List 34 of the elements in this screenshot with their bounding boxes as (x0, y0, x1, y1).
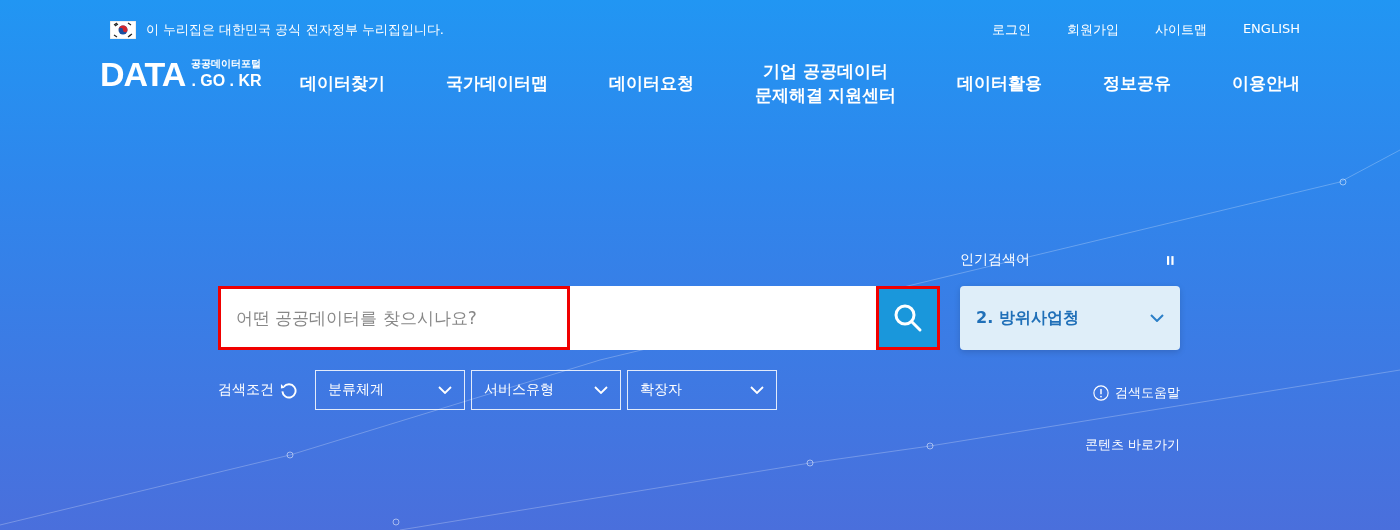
filter-label: 검색조건 (218, 381, 274, 399)
search-field[interactable]: 어떤 공공데이터를 찾으시나요? (218, 286, 876, 350)
nav-menu-item[interactable]: 데이터활용 (957, 71, 1043, 95)
nav-menu-item[interactable]: 데이터요청 (608, 71, 694, 95)
logo-domain: . GO . KR (191, 73, 262, 89)
chevron-down-icon (750, 386, 764, 394)
nav-menu-item[interactable]: 정보공유 (1103, 71, 1172, 95)
search-help-link[interactable]: 검색도움말 (1093, 384, 1180, 402)
pause-icon[interactable] (1167, 255, 1174, 265)
refresh-icon[interactable] (280, 381, 297, 399)
util-link[interactable]: 사이트맵 (1154, 21, 1207, 39)
content-shortcut-link[interactable]: 콘텐츠 바로가기 (1084, 436, 1180, 454)
flag-icon (110, 21, 136, 39)
chevron-down-icon (594, 386, 608, 394)
nav-menu-item[interactable]: 기업 공공데이터 문제해결 지원센터 (754, 59, 897, 107)
util-link[interactable]: 로그인 (991, 21, 1031, 39)
search-button[interactable] (876, 286, 940, 350)
search-icon (893, 303, 923, 333)
filter-select[interactable]: 서비스유형 (471, 370, 621, 410)
notice-text: 이 누리집은 대한민국 공식 전자정부 누리집입니다. (146, 21, 444, 39)
nav-menu-item[interactable]: 국가데이터맵 (445, 71, 548, 95)
nav-menu-item[interactable]: 데이터찾기 (300, 71, 385, 95)
util-link[interactable]: ENGLISH (1242, 21, 1300, 39)
popular-title: 인기검색어 (960, 251, 1030, 269)
chevron-down-icon (438, 386, 452, 394)
util-link[interactable]: 회원가입 (1066, 21, 1119, 39)
logo-text[interactable]: DATA (100, 59, 186, 89)
nav-menu-item[interactable]: 이용안내 (1232, 71, 1300, 95)
chevron-down-icon (1150, 314, 1164, 322)
filter-select[interactable]: 확장자 (627, 370, 777, 410)
filter-select[interactable]: 분류체계 (315, 370, 465, 410)
exclamation-icon (1093, 385, 1109, 401)
logo-subtitle: 공공데이터포털 (191, 59, 262, 69)
popular-keyword-dropdown[interactable]: 2. 방위사업청 (960, 286, 1180, 350)
